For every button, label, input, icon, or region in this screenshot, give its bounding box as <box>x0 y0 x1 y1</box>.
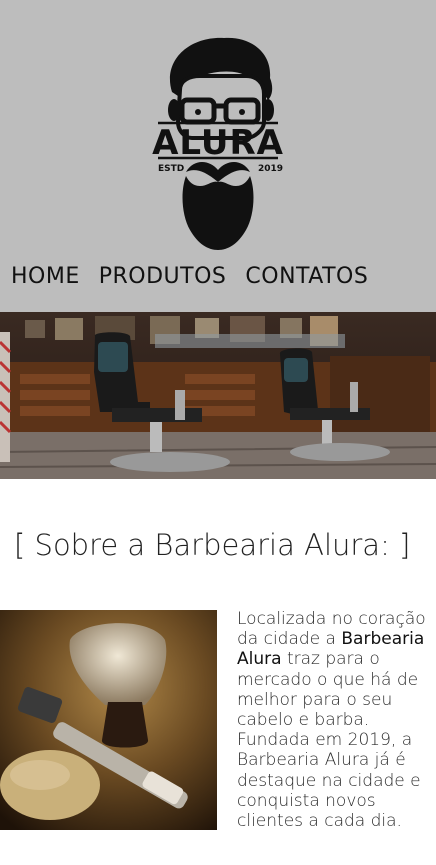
nav-home-link[interactable]: HOME <box>11 264 80 289</box>
alura-logo[interactable]: ALURA ESTD 2019 <box>150 30 286 254</box>
shaving-brush-razor-photo <box>0 610 217 830</box>
logo-mustache <box>186 162 250 182</box>
site-header: ALURA ESTD 2019 HOME PRODUTOS CONTATOS <box>0 0 436 312</box>
about-text: Localizada no coração da cidade a Barbea… <box>237 609 433 831</box>
logo-estd: ESTD <box>158 164 184 174</box>
main-nav: HOME PRODUTOS CONTATOS <box>11 264 368 289</box>
about-text-part2: traz para o mercado o que há de melhor p… <box>237 649 421 832</box>
logo-year: 2019 <box>258 164 283 174</box>
nav-contatos-link[interactable]: CONTATOS <box>245 264 368 289</box>
barbershop-banner-image <box>0 312 436 479</box>
barbershop-interior-photo <box>0 312 436 479</box>
nav-produtos-link[interactable]: PRODUTOS <box>99 264 227 289</box>
shaving-brush-image <box>0 610 217 830</box>
about-title: [ Sobre a Barbearia Alura: ] <box>14 528 411 562</box>
logo-beard <box>182 176 254 250</box>
